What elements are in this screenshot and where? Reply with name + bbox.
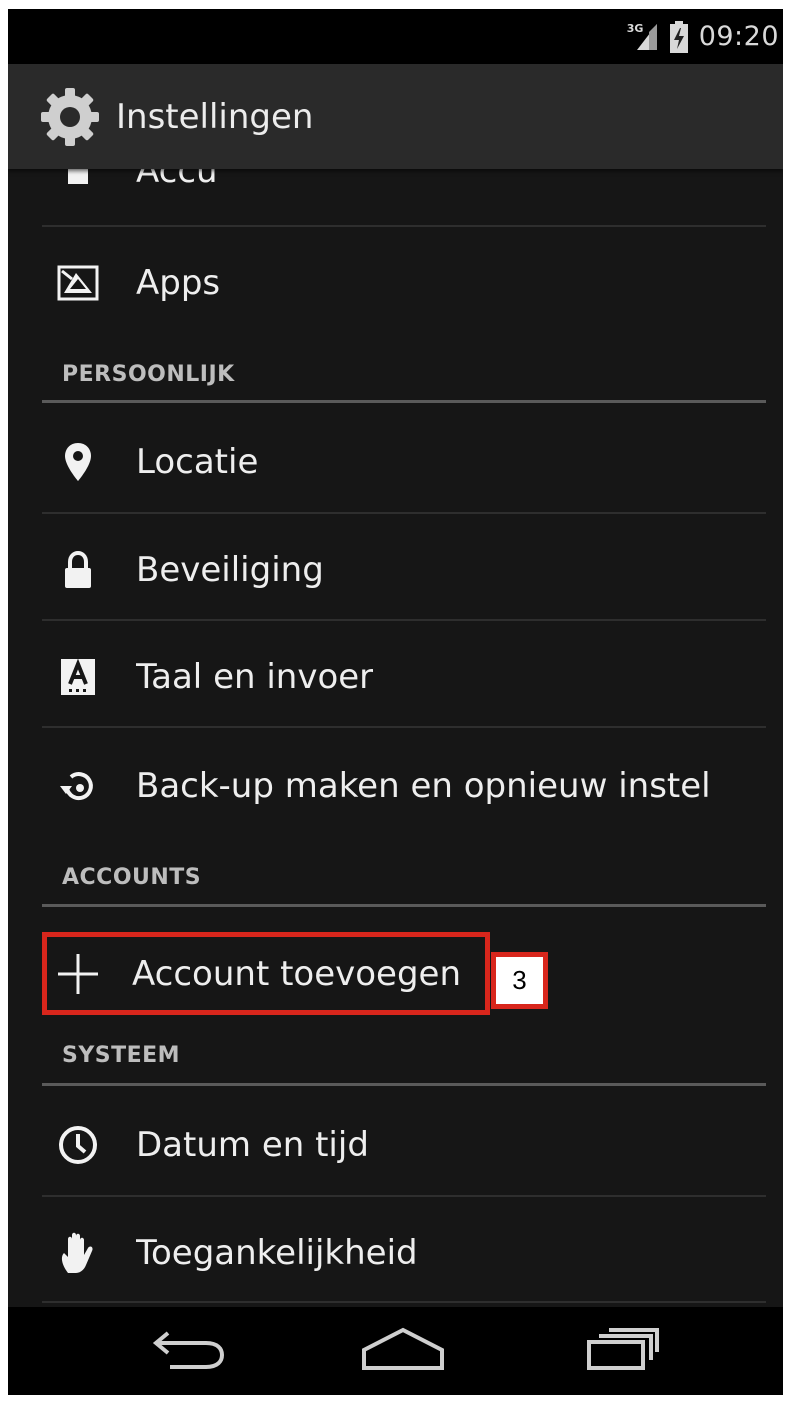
list-item-label: Beveiliging [136,550,324,590]
divider [42,726,766,728]
list-item-label: Locatie [136,442,259,482]
section-divider [42,1083,766,1086]
navigation-bar [8,1307,783,1395]
list-item-label: Taal en invoer [136,657,374,697]
clock-icon [50,1117,106,1173]
action-bar: Instellingen [8,64,783,169]
hand-icon [50,1225,106,1281]
list-item-datum-en-tijd[interactable]: Datum en tijd [42,1111,766,1179]
status-bar: 3G 09:20 [8,9,783,64]
battery-status-icon [669,20,689,53]
list-item-toegankelijkheid[interactable]: Toegankelijkheid [42,1219,766,1287]
settings-list[interactable]: Accu Apps PERSOONLIJK Locatie Beveiligin… [8,169,783,1307]
phone-screen: 3G 09:20 Instellingen Accu Apps PERSOONL… [8,9,783,1395]
list-item-label: Back-up maken en opnieuw instel [136,766,711,806]
settings-gear-icon[interactable] [38,85,102,149]
home-icon [360,1326,446,1376]
list-item-backup[interactable]: Back-up maken en opnieuw instel [42,752,766,820]
list-item-label: Toegankelijkheid [136,1233,418,1273]
recent-apps-icon [585,1326,661,1376]
divider [42,1195,766,1197]
signal-icon: 3G [627,22,659,52]
divider [42,225,766,227]
lock-icon [50,542,106,598]
list-item-label: Apps [136,263,221,303]
list-item-label: Accu [136,169,218,191]
list-item-taal-en-invoer[interactable]: Taal en invoer [42,643,766,711]
list-item-locatie[interactable]: Locatie [42,428,766,496]
back-button[interactable] [133,1321,243,1381]
keyboard-a-icon [50,649,106,705]
list-item-apps[interactable]: Apps [42,249,766,317]
section-divider [42,400,766,403]
list-item-accu[interactable]: Accu [42,169,766,199]
clock-time: 09:20 [698,21,779,52]
divider [42,619,766,621]
apps-icon [50,255,106,311]
location-pin-icon [50,434,106,490]
page-title: Instellingen [116,96,314,137]
divider [42,1301,766,1303]
home-button[interactable] [348,1321,458,1381]
section-divider [42,904,766,907]
divider [42,512,766,514]
list-item-label: Datum en tijd [136,1125,369,1165]
recent-apps-button[interactable] [568,1321,678,1381]
annotation-highlight-box [42,932,490,1015]
section-header-accounts: ACCOUNTS [62,865,202,890]
backup-restore-icon [50,758,106,814]
battery-icon [50,169,106,199]
section-header-systeem: SYSTEEM [62,1043,181,1068]
annotation-step-badge: 3 [491,952,548,1009]
section-header-persoonlijk: PERSOONLIJK [62,362,235,387]
list-item-beveiliging[interactable]: Beveiliging [42,536,766,604]
back-icon [148,1327,228,1375]
